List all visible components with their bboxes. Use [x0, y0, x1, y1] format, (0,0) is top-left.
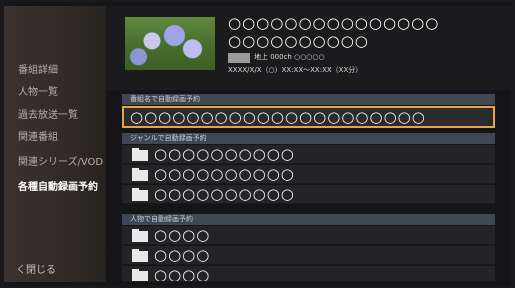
sidebar: 番組詳細 人物一覧 過去放送一覧 関連番組 関連シリーズ/VOD 各種自動録画予…	[4, 6, 106, 282]
air-time: XXXX/X/X（○）XX:XX〜XX:XX（XX分）	[228, 66, 363, 74]
list-item-title-reservation[interactable]: ○○○○○○○○○○○○○○○○○○○○○	[122, 106, 495, 128]
close-button[interactable]: く閉じる	[16, 261, 56, 276]
list-item-label: ○○○○	[154, 246, 211, 264]
program-thumbnail	[125, 17, 215, 70]
list-item-person-3[interactable]: ○○○○	[122, 266, 495, 282]
sidebar-item-cast-list[interactable]: 人物一覧	[18, 83, 58, 98]
list-item-label: ○○○○	[154, 266, 211, 282]
section-header-genre: ジャンルで自動録画予約	[122, 133, 495, 144]
auto-record-list: 番組名で自動録画予約 ○○○○○○○○○○○○○○○○○○○○○ ジャンルで自動…	[122, 94, 495, 282]
folder-icon	[132, 168, 148, 181]
list-item-label: ○○○○○○○○○○	[154, 185, 295, 203]
channel-logo	[228, 53, 250, 63]
section-header-person: 人物で自動録画予約	[122, 214, 495, 225]
list-item-label: ○○○○○○○○○○○○○○○○○○○○○	[130, 108, 426, 126]
list-item-person-2[interactable]: ○○○○	[122, 246, 495, 265]
list-item-label: ○○○○○○○○○○	[154, 145, 295, 163]
folder-icon	[132, 249, 148, 262]
sidebar-item-auto-record[interactable]: 各種自動録画予約	[18, 178, 98, 193]
folder-icon	[132, 148, 148, 161]
list-item-genre-1[interactable]: ○○○○○○○○○○	[122, 145, 495, 164]
channel-info: 地上 000ch ○○○○○	[254, 53, 325, 61]
sidebar-item-program-details[interactable]: 番組詳細	[18, 61, 58, 76]
list-item-genre-3[interactable]: ○○○○○○○○○○	[122, 185, 495, 204]
section-header-title: 番組名で自動録画予約	[122, 94, 495, 105]
list-item-person-1[interactable]: ○○○○	[122, 226, 495, 245]
sidebar-item-related-programs[interactable]: 関連番組	[18, 128, 58, 143]
program-title-line1: ○○○○○○○○○○○○○○○	[228, 14, 440, 32]
screen: 番組詳細 人物一覧 過去放送一覧 関連番組 関連シリーズ/VOD 各種自動録画予…	[4, 2, 511, 286]
list-item-label: ○○○○	[154, 226, 211, 244]
list-item-genre-2[interactable]: ○○○○○○○○○○	[122, 165, 495, 184]
folder-icon	[132, 188, 148, 201]
folder-icon	[132, 269, 148, 281]
folder-icon	[132, 229, 148, 242]
program-header: ○○○○○○○○○○○○○○○ ○○○○○○○○○○ 地上 000ch ○○○○…	[106, 6, 511, 90]
sidebar-item-related-series-vod[interactable]: 関連シリーズ/VOD	[18, 153, 103, 168]
sidebar-item-past-broadcasts[interactable]: 過去放送一覧	[18, 106, 78, 121]
program-title-line2: ○○○○○○○○○○	[228, 32, 369, 50]
list-item-label: ○○○○○○○○○○	[154, 165, 295, 183]
